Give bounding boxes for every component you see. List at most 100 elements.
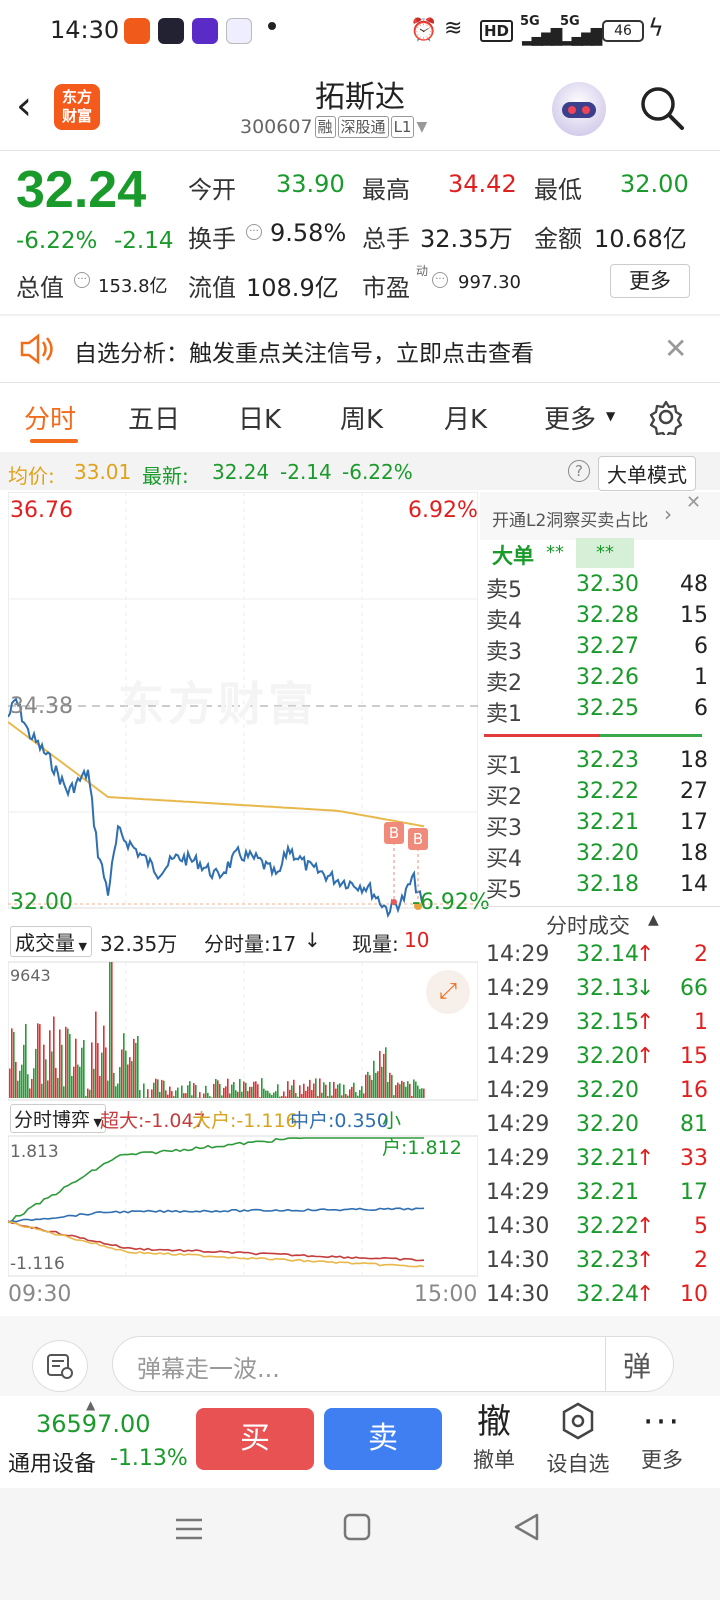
trade-qty: 66 bbox=[680, 976, 708, 1001]
sell-button[interactable]: 卖 bbox=[324, 1408, 442, 1470]
bid-price: 32.20 bbox=[576, 841, 639, 866]
high-value: 34.42 bbox=[448, 170, 517, 198]
fs-arrow-icon: ↓ bbox=[304, 928, 321, 952]
ask-level: 卖3 bbox=[486, 640, 522, 665]
ask-row: 卖3 32.27 6 bbox=[486, 634, 708, 665]
trade-time: 14:29 bbox=[486, 1112, 550, 1137]
volume-selector[interactable]: 成交量 ▼ bbox=[10, 926, 92, 957]
index-value[interactable]: 36597.00 bbox=[36, 1410, 151, 1438]
ask-level: 卖1 bbox=[486, 702, 522, 727]
trade-price: 32.23 bbox=[576, 1248, 639, 1273]
level-dropdown-icon[interactable]: ▼ bbox=[416, 119, 427, 135]
latest-pct: -6.22% bbox=[342, 460, 413, 484]
danmaku-toggle-icon[interactable]: 弹 bbox=[623, 1345, 651, 1385]
big-order-mode-button[interactable]: 大单模式 bbox=[598, 456, 696, 491]
trade-qty: 15 bbox=[680, 1044, 708, 1069]
buy-button[interactable]: 买 bbox=[196, 1408, 314, 1470]
ask-price: 32.25 bbox=[576, 696, 639, 721]
l2-promo[interactable]: 开通L2洞察买卖占比 bbox=[492, 506, 648, 531]
home-icon[interactable] bbox=[342, 1512, 372, 1542]
signal-icon-2: ▂▄▆█ bbox=[562, 28, 602, 46]
close-icon[interactable]: ✕ bbox=[686, 492, 701, 513]
index-name[interactable]: 通用设备 bbox=[8, 1446, 96, 1478]
tag-margin: 融 bbox=[314, 116, 336, 138]
bid-price: 32.21 bbox=[576, 810, 639, 835]
trade-price: 32.21 bbox=[576, 1146, 639, 1171]
tab-monthly[interactable]: 月K bbox=[444, 399, 487, 436]
trade-price: 32.20 bbox=[576, 1112, 639, 1137]
back-nav-icon[interactable] bbox=[512, 1512, 542, 1542]
volume-total: 32.35万 bbox=[100, 932, 178, 956]
y-top-pct: 6.92% bbox=[408, 498, 478, 523]
bid-level: 买3 bbox=[486, 816, 522, 841]
cancel-order-button[interactable]: 撤 撤单 bbox=[454, 1400, 534, 1474]
ask-price: 32.28 bbox=[576, 603, 639, 628]
help-icon[interactable]: ? bbox=[568, 460, 590, 482]
trade-row: 14:29 32.20 81 bbox=[486, 1112, 708, 1144]
stock-subtitle: 300607 融 深股通 L1 ▼ bbox=[240, 116, 427, 138]
tag-level[interactable]: L1 bbox=[390, 116, 415, 138]
game-selector[interactable]: 分时博弈 ▼ bbox=[10, 1104, 106, 1133]
bid-price: 32.23 bbox=[576, 748, 639, 773]
tab-more[interactable]: 更多 bbox=[544, 399, 596, 436]
trade-qty: 5 bbox=[694, 1214, 708, 1239]
now-label: 现量: bbox=[352, 932, 399, 956]
cancel-icon: 撤 bbox=[477, 1402, 511, 1442]
buy-marker[interactable]: B bbox=[408, 828, 428, 850]
info-icon[interactable]: ··· bbox=[432, 272, 448, 288]
expand-icon[interactable]: ⤢ bbox=[426, 970, 470, 1014]
caret-up-icon[interactable]: ▲ bbox=[648, 912, 659, 928]
bid-price: 32.18 bbox=[576, 872, 639, 897]
trade-price: 32.22 bbox=[576, 1214, 639, 1239]
ask-row: 卖5 32.30 48 bbox=[486, 572, 708, 603]
time-end: 15:00 bbox=[414, 1282, 478, 1307]
more-quote-button[interactable]: 更多 bbox=[610, 264, 690, 298]
tab-weekly[interactable]: 周K bbox=[340, 399, 383, 436]
info-icon[interactable]: ··· bbox=[246, 224, 262, 240]
speaker-icon bbox=[20, 333, 53, 365]
tab-intraday[interactable]: 分时 bbox=[24, 399, 76, 436]
trade-time: 14:29 bbox=[486, 1180, 550, 1205]
low-value: 32.00 bbox=[620, 170, 689, 198]
trade-price: 32.20 bbox=[576, 1044, 639, 1069]
chevron-right-icon[interactable]: › bbox=[664, 502, 672, 526]
price-ribbon: 均价: 33.01 最新: 32.24 -2.14 -6.22% ? 大单模式 bbox=[0, 452, 720, 491]
trade-row: 14:29 32.14 ↑ 2 bbox=[486, 942, 708, 974]
tab-5day[interactable]: 五日 bbox=[128, 399, 180, 436]
gear-icon[interactable] bbox=[648, 399, 684, 435]
search-icon[interactable] bbox=[638, 84, 686, 132]
big-order-label: 大单 bbox=[492, 544, 534, 568]
active-tab-indicator bbox=[30, 439, 78, 443]
tab-daily[interactable]: 日K bbox=[238, 399, 281, 436]
chat-settings-button[interactable] bbox=[32, 1340, 88, 1392]
index-pct: -1.13% bbox=[110, 1446, 188, 1471]
danmaku-placeholder: 弹幕走一波... bbox=[137, 1355, 280, 1383]
trade-time: 14:29 bbox=[486, 1044, 550, 1069]
ask-qty: 6 bbox=[694, 634, 708, 659]
latest-change: -2.14 bbox=[280, 460, 332, 484]
pe-dynamic-sup: 动 bbox=[416, 264, 429, 278]
intraday-chart[interactable]: 东方财富 36.76 6.92% 34.38 32.00 -6.92% B B … bbox=[8, 492, 490, 1312]
trade-price: 32.14 bbox=[576, 942, 639, 967]
trade-time: 14:29 bbox=[486, 1146, 550, 1171]
ask-qty: 48 bbox=[680, 572, 708, 597]
trade-qty: 16 bbox=[680, 1078, 708, 1103]
trade-row: 14:29 32.13 ↓ 66 bbox=[486, 976, 708, 1008]
more-actions-button[interactable]: ··· 更多 bbox=[622, 1400, 702, 1474]
more-label: 更多 bbox=[641, 1448, 683, 1472]
trade-row: 14:29 32.20 16 bbox=[486, 1078, 708, 1110]
danmaku-input[interactable]: 弹幕走一波... 弹 bbox=[112, 1336, 674, 1392]
chat-settings-icon bbox=[47, 1354, 73, 1379]
analysis-banner[interactable]: 自选分析：触发重点关注信号，立即点击查看 ✕ bbox=[0, 316, 720, 382]
buy-marker[interactable]: B bbox=[384, 822, 404, 844]
caret-down-icon: ▼ bbox=[606, 409, 616, 423]
close-icon[interactable]: ✕ bbox=[664, 332, 687, 365]
add-watchlist-button[interactable]: 设自选 bbox=[538, 1400, 618, 1478]
volume-label: 总手 bbox=[362, 225, 410, 253]
watch-label: 设自选 bbox=[546, 1452, 610, 1476]
menu-icon[interactable] bbox=[174, 1514, 204, 1544]
assistant-robot-icon[interactable] bbox=[552, 82, 606, 136]
info-icon[interactable]: ··· bbox=[74, 272, 90, 288]
ask-row: 卖2 32.26 1 bbox=[486, 665, 708, 696]
trade-row: 14:29 32.21 17 bbox=[486, 1180, 708, 1212]
